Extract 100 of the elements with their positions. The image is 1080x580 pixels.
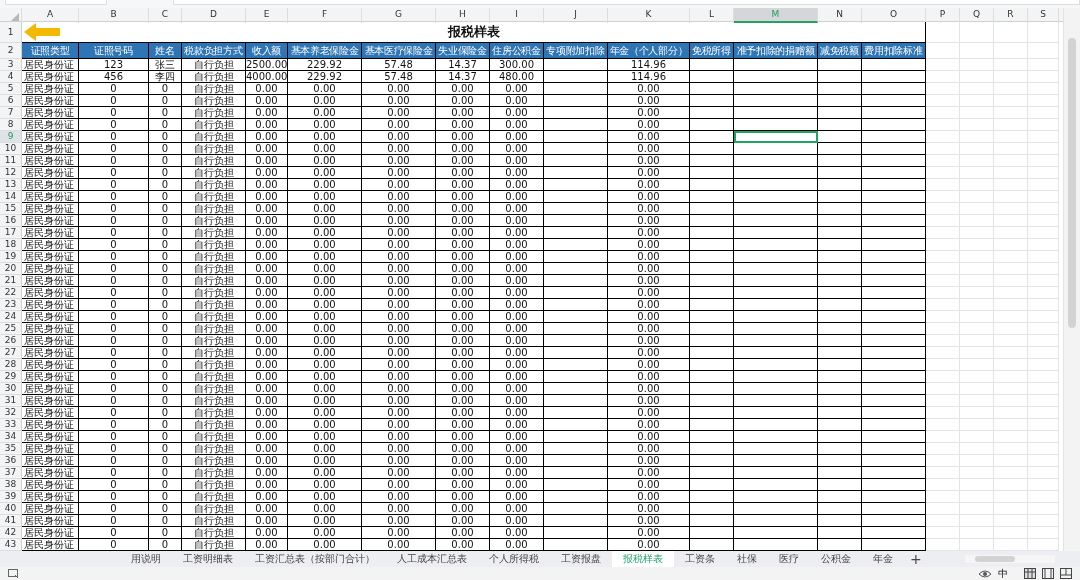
row-number[interactable]: 21 xyxy=(0,275,22,287)
column-header[interactable]: Q xyxy=(960,8,994,23)
sheet-tab[interactable]: 社保 xyxy=(726,551,768,567)
vertical-scrollbar[interactable] xyxy=(1063,8,1080,551)
row-number[interactable]: 32 xyxy=(0,407,22,419)
row-number[interactable]: 14 xyxy=(0,191,22,203)
table-cell: 0 xyxy=(79,371,149,383)
sheet-tab[interactable]: 用说明 xyxy=(120,551,172,567)
row-number[interactable]: 25 xyxy=(0,323,22,335)
empty-cell xyxy=(960,299,994,311)
row-number[interactable]: 17 xyxy=(0,227,22,239)
empty-cell xyxy=(926,191,960,203)
sheet-tab[interactable]: 工资条 xyxy=(674,551,726,567)
row-number[interactable]: 37 xyxy=(0,467,22,479)
row-number[interactable]: 3 xyxy=(0,59,22,71)
sheet-tab[interactable]: 人工成本汇总表 xyxy=(386,551,478,567)
row-number[interactable]: 40 xyxy=(0,503,22,515)
sheet-tab[interactable]: 年金 xyxy=(862,551,904,567)
column-header[interactable]: I xyxy=(490,8,544,23)
column-header[interactable]: D xyxy=(182,8,246,23)
sheet-tab[interactable]: 工资报盘 xyxy=(550,551,612,567)
empty-cell xyxy=(994,527,1028,539)
row-number[interactable]: 10 xyxy=(0,143,22,155)
row-number[interactable]: 34 xyxy=(0,431,22,443)
row-number[interactable]: 35 xyxy=(0,443,22,455)
empty-cell xyxy=(818,191,862,203)
row-number[interactable]: 39 xyxy=(0,491,22,503)
column-header[interactable]: F xyxy=(288,8,362,23)
sheet-tab[interactable]: 个人所得税 xyxy=(478,551,550,567)
column-header[interactable]: S xyxy=(1028,8,1059,23)
row-number[interactable]: 24 xyxy=(0,311,22,323)
row-number[interactable]: 11 xyxy=(0,155,22,167)
input-mode-indicator[interactable]: 中 xyxy=(998,566,1008,580)
empty-cell xyxy=(818,143,862,155)
table-cell: 0 xyxy=(149,407,182,419)
table-cell: 0.00 xyxy=(436,263,490,275)
row-number[interactable]: 43 xyxy=(0,539,22,551)
row-number[interactable]: 36 xyxy=(0,455,22,467)
row-number[interactable]: 4 xyxy=(0,71,22,83)
row-number[interactable]: 38 xyxy=(0,479,22,491)
column-header[interactable]: N xyxy=(818,8,862,23)
eye-icon[interactable] xyxy=(978,568,992,579)
page-break-icon[interactable] xyxy=(1060,568,1072,579)
column-header[interactable]: R xyxy=(994,8,1028,23)
empty-cell xyxy=(1028,311,1059,323)
row-number[interactable]: 20 xyxy=(0,263,22,275)
row-number[interactable]: 16 xyxy=(0,215,22,227)
empty-cell xyxy=(544,227,608,239)
normal-view-icon[interactable] xyxy=(1024,568,1036,579)
empty-cell xyxy=(1028,275,1059,287)
row-number[interactable]: 22 xyxy=(0,287,22,299)
row-number[interactable]: 33 xyxy=(0,419,22,431)
row-number[interactable]: 7 xyxy=(0,107,22,119)
sheet-tab[interactable]: 医疗 xyxy=(768,551,810,567)
row-number[interactable]: 31 xyxy=(0,395,22,407)
row-number[interactable]: 1 xyxy=(0,22,22,43)
column-header[interactable]: J xyxy=(544,8,608,23)
table-cell: 0.00 xyxy=(436,335,490,347)
empty-cell xyxy=(818,227,862,239)
column-header[interactable]: O xyxy=(862,8,926,23)
row-number[interactable]: 28 xyxy=(0,359,22,371)
table-cell: 自行负担 xyxy=(182,527,246,539)
row-number[interactable]: 30 xyxy=(0,383,22,395)
row-number[interactable]: 41 xyxy=(0,515,22,527)
row-number[interactable]: 29 xyxy=(0,371,22,383)
row-number[interactable]: 12 xyxy=(0,167,22,179)
row-number[interactable]: 8 xyxy=(0,119,22,131)
row-number[interactable]: 42 xyxy=(0,527,22,539)
row-number[interactable]: 13 xyxy=(0,179,22,191)
row-number[interactable]: 19 xyxy=(0,251,22,263)
row-number[interactable]: 15 xyxy=(0,203,22,215)
empty-cell xyxy=(960,503,994,515)
table-cell: 57.48 xyxy=(362,71,436,83)
column-header[interactable]: C xyxy=(149,8,182,23)
table-cell: 0.00 xyxy=(490,395,544,407)
column-header[interactable]: P xyxy=(926,8,960,23)
sheet-tab[interactable]: 公积金 xyxy=(810,551,862,567)
add-sheet-button[interactable]: + xyxy=(904,552,928,566)
selected-cell[interactable] xyxy=(734,131,818,143)
row-number[interactable]: 2 xyxy=(0,43,22,59)
column-header[interactable]: G xyxy=(362,8,436,23)
row-number[interactable]: 18 xyxy=(0,239,22,251)
sheet-icon[interactable] xyxy=(8,568,19,579)
column-header[interactable]: B xyxy=(79,8,149,23)
empty-cell xyxy=(960,59,994,71)
column-header[interactable]: H xyxy=(436,8,490,23)
page-layout-icon[interactable] xyxy=(1042,568,1054,579)
table-cell: 0.00 xyxy=(436,131,490,143)
row-number[interactable]: 6 xyxy=(0,95,22,107)
row-number[interactable]: 23 xyxy=(0,299,22,311)
column-header[interactable]: K xyxy=(608,8,690,23)
table-cell: 0.00 xyxy=(436,287,490,299)
sheet-tab[interactable]: 工资汇总表（按部门合计） xyxy=(244,551,386,567)
row-number[interactable]: 5 xyxy=(0,83,22,95)
table-cell: 0.00 xyxy=(608,131,690,143)
horizontal-scrollbar[interactable] xyxy=(965,555,1055,563)
column-header[interactable]: E xyxy=(246,8,288,23)
row-number[interactable]: 26 xyxy=(0,335,22,347)
row-number[interactable]: 27 xyxy=(0,347,22,359)
sheet-tab[interactable]: 工资明细表 xyxy=(172,551,244,567)
